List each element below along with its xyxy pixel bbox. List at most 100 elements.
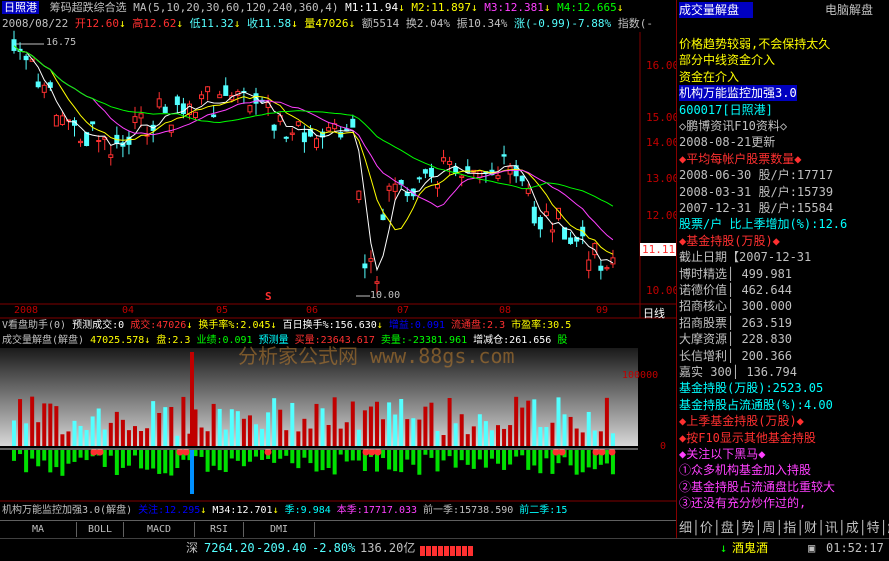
volume-sell-bar [272,450,277,463]
chart-area[interactable]: 日照港 筹码超跌综合选 MA(5,10,20,30,60,120,240,360… [0,0,680,520]
volume-sell-bar [574,450,579,475]
panel-tab-finance[interactable]: 财 [804,521,817,536]
kline-chart[interactable] [0,0,676,520]
volume-sell-bar [387,450,392,470]
sub2-title[interactable]: 机构万能监控加强3.0(解盘) [2,505,132,516]
panel-tab-volume[interactable]: 成 [846,521,859,536]
volume-bar [266,412,271,446]
panel-tab-index[interactable]: 指 [783,521,796,536]
volume-sell-bar [302,450,307,458]
buy-signal-dot [96,448,104,456]
volume-bar [290,402,295,446]
volume-sell-bar [514,450,519,457]
open-value: 开12.60 [74,17,119,30]
panel-tab-week[interactable]: 周 [762,521,775,536]
candle-body [35,81,41,88]
volume-bar [508,425,513,446]
panel-tab-trend[interactable]: 势 [742,521,755,536]
m1-value: M1:11.94 [345,1,399,14]
volume-sell-bar [229,450,234,459]
volume-bar [429,402,434,446]
volume-sell-bar [393,450,398,472]
panel-tab-news[interactable]: 讯 [825,521,838,536]
volume-bar [477,414,482,446]
buy-signal-dot [368,448,376,456]
candle-body [459,175,465,179]
panel-title[interactable]: 成交量解盘 [679,2,753,18]
panel-bottom-tabs: 细│价│盘│势│周│指│财│讯│成│特│解 [679,517,889,536]
alert-stock[interactable]: 酒鬼酒 [732,539,768,557]
volume-bar [423,406,428,446]
volume-bar [133,426,137,446]
change-value: 涨(-0.99)-7.88% [513,17,612,30]
volume-bar [102,429,107,446]
sub1-turn: 换手率%:2.045 [198,320,271,331]
volume-sell-bar [254,450,258,457]
volume-bar [18,399,23,446]
candle-body [156,98,162,108]
volume-bar [169,406,174,446]
buy-signal-dot [374,448,382,456]
period-label[interactable]: 日线 [643,305,665,321]
volume-sell-bar [326,450,331,469]
volume-sell-bar [217,450,222,471]
panel-tab-disk[interactable]: 盘 [721,521,734,536]
high-value: 高12.62 [132,17,177,30]
panel-software: 电脑解盘 [825,3,874,17]
volume-sell-bar [568,450,573,466]
panel-line: 嘉实 300│ 136.794 [679,365,797,379]
volume-sell-bar [344,450,349,462]
volume-bar [532,399,537,446]
volume-bar [399,399,404,446]
volume-sell-bar [502,450,507,470]
volume-sell-bar [54,450,59,468]
panel-tab-special[interactable]: 特 [867,521,880,536]
volume-sell-bar [193,450,198,457]
panel-line: 机构万能监控加强3.0 [679,85,797,102]
sub1-title[interactable]: V看盘助手(0) [2,320,66,331]
volume-bar [568,416,573,446]
low-value: 低11.32 [189,17,234,30]
volume-bar [375,401,379,446]
bar-date: 2008/08/22 [2,17,69,30]
volume-bar [42,403,47,446]
candle-body [610,257,616,265]
sub1-100day: 百日换手%:156.630 [282,320,377,331]
volume-sell-bar [278,450,283,459]
volume-sell-bar [308,450,313,464]
panel-tab-price[interactable]: 价 [700,521,713,536]
volume-sell-bar [477,450,482,460]
panel-line: 截止日期【2007-12-31 [679,250,812,265]
stock-name[interactable]: 日照港 [2,1,39,14]
candle-body [447,160,453,165]
volume-bar [381,419,386,446]
volume-value: 量47026 [304,17,349,30]
candle-body [283,136,289,139]
volume-bar [54,406,59,446]
tab-boll[interactable]: BOLL [77,522,124,537]
tab-rsi[interactable]: RSI [195,522,244,537]
volume-bar [610,433,615,446]
volume-spike [190,352,194,446]
candle-body [295,121,301,126]
tab-macd[interactable]: MACD [124,522,195,537]
volume-sell-bar [157,450,162,474]
price-tick-10: 10.00 [646,284,680,297]
volume-bar [296,431,301,446]
volume-sell-bar [139,450,144,469]
volume-sell-bar [435,450,440,472]
volume-bar [108,422,113,446]
header-line2: 2008/08/22 开12.60↓ 高12.62↓ 低11.32↓ 收11.5… [2,17,653,30]
buy-signal-dot [176,448,184,456]
volume-bar [278,409,283,446]
volume-bar [151,401,156,446]
volume-bar [302,418,307,446]
volume-sell-bar [471,450,476,469]
tab-ma[interactable]: MA [0,522,77,537]
amount-value: 额5514 [361,17,400,30]
time-label-07: 07 [397,305,410,316]
volume-bar [453,423,458,446]
panel-line: ◆按F10显示其他基金持股 [679,430,816,445]
tab-dmi[interactable]: DMI [244,522,315,537]
panel-tab-detail[interactable]: 细 [679,521,692,536]
